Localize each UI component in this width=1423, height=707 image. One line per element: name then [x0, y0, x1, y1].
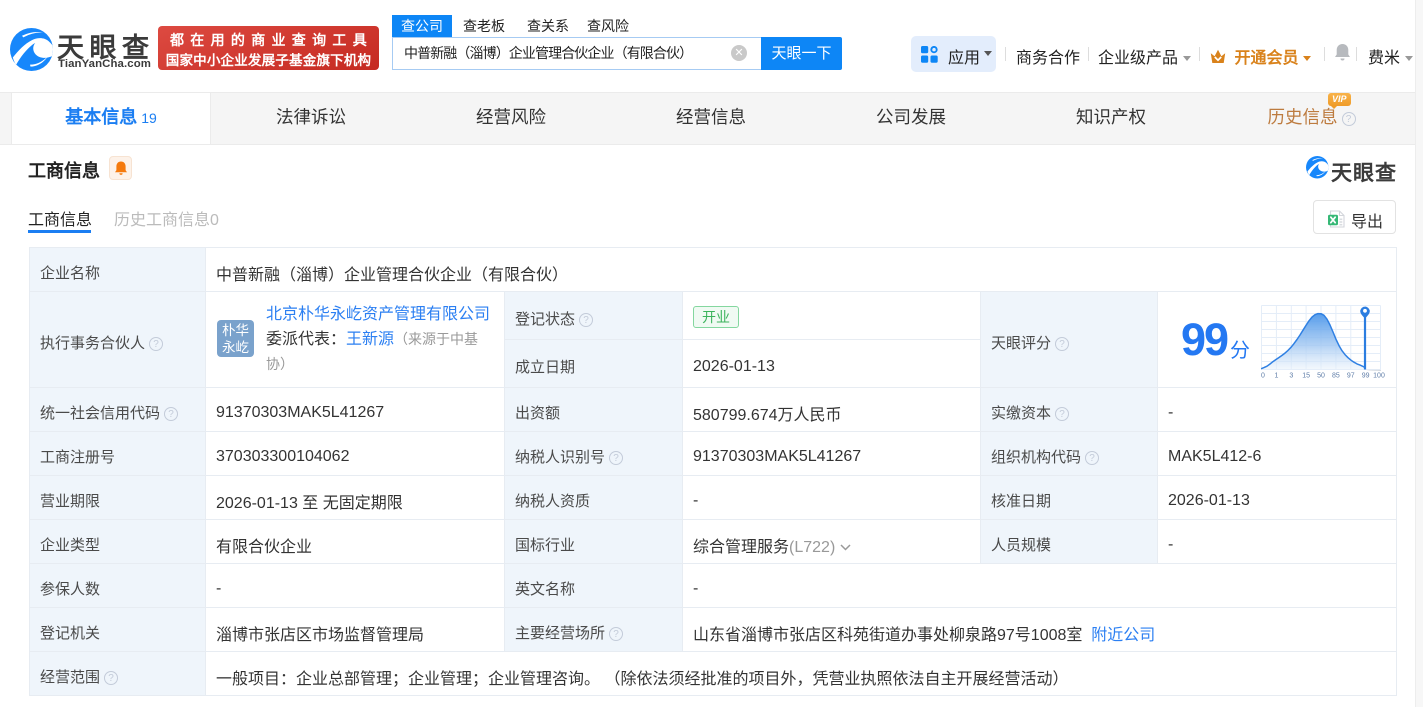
svg-text:99: 99: [1362, 373, 1370, 380]
svg-text:0: 0: [1261, 373, 1265, 380]
svg-text:3: 3: [1289, 373, 1293, 380]
svg-text:85: 85: [1332, 373, 1340, 380]
svg-text:15: 15: [1302, 373, 1310, 380]
svg-text:50: 50: [1317, 373, 1325, 380]
svg-text:1: 1: [1274, 373, 1278, 380]
svg-text:100: 100: [1373, 373, 1385, 380]
svg-text:97: 97: [1347, 373, 1355, 380]
